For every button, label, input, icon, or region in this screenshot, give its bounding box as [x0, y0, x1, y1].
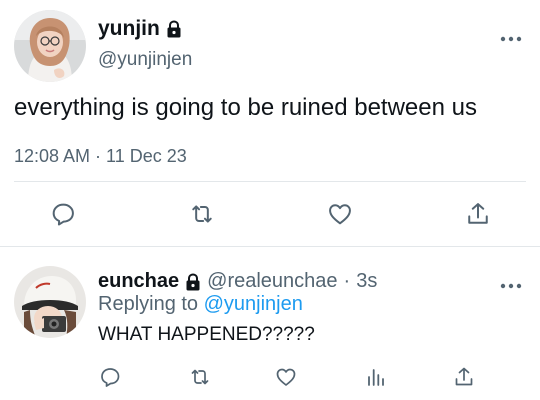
replying-to: Replying to @yunjinjen [98, 293, 303, 316]
replying-prefix: Replying to [98, 293, 199, 315]
mention-link[interactable]: @yunjinjen [204, 293, 303, 315]
reply-time[interactable]: 3s [356, 270, 377, 293]
reply-header: eunchae @realeunchae · 3s [98, 270, 377, 293]
like-icon[interactable] [274, 365, 298, 389]
more-horizontal-icon[interactable] [500, 277, 522, 289]
like-icon[interactable] [326, 200, 354, 228]
tweet-thread: yunjin @yunjinjen everything is going to… [0, 0, 540, 400]
reply-text: WHAT HAPPENED????? [98, 324, 315, 345]
divider [0, 246, 540, 247]
user-handle[interactable]: @realeunchae [207, 270, 337, 293]
display-name-row: yunjin [98, 17, 182, 41]
retweet-icon[interactable] [188, 365, 212, 389]
lock-icon [166, 20, 182, 38]
main-tweet: yunjin @yunjinjen everything is going to… [0, 0, 540, 247]
more-horizontal-icon[interactable] [500, 30, 522, 42]
share-icon[interactable] [452, 365, 476, 389]
views-icon[interactable] [364, 365, 388, 389]
share-icon[interactable] [464, 200, 492, 228]
reply-icon[interactable] [49, 200, 77, 228]
tweet-text: everything is going to be ruined between… [14, 94, 477, 121]
lock-icon [185, 272, 201, 291]
user-handle[interactable]: @yunjinjen [98, 49, 192, 71]
tweet-timestamp[interactable]: 12:08 AM · 11 Dec 23 [14, 146, 187, 167]
avatar[interactable] [14, 266, 86, 338]
avatar[interactable] [14, 10, 86, 82]
divider [14, 181, 526, 182]
reply-icon[interactable] [98, 365, 122, 389]
display-name[interactable]: yunjin [98, 17, 160, 41]
retweet-icon[interactable] [188, 200, 216, 228]
display-name[interactable]: eunchae [98, 270, 179, 293]
separator-dot: · [343, 270, 351, 292]
